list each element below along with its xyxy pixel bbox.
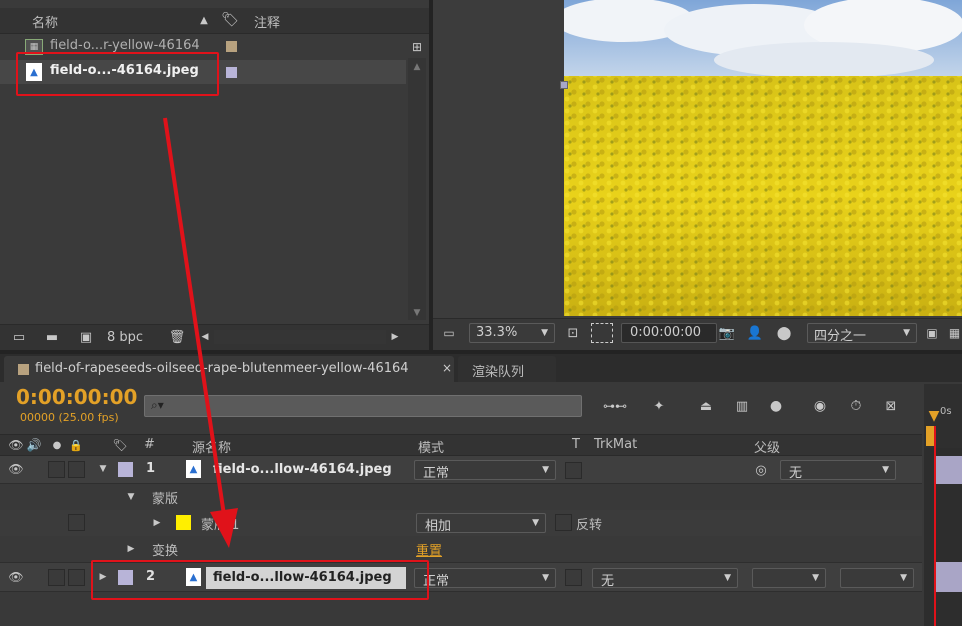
red-arrow-annotation xyxy=(163,117,238,548)
